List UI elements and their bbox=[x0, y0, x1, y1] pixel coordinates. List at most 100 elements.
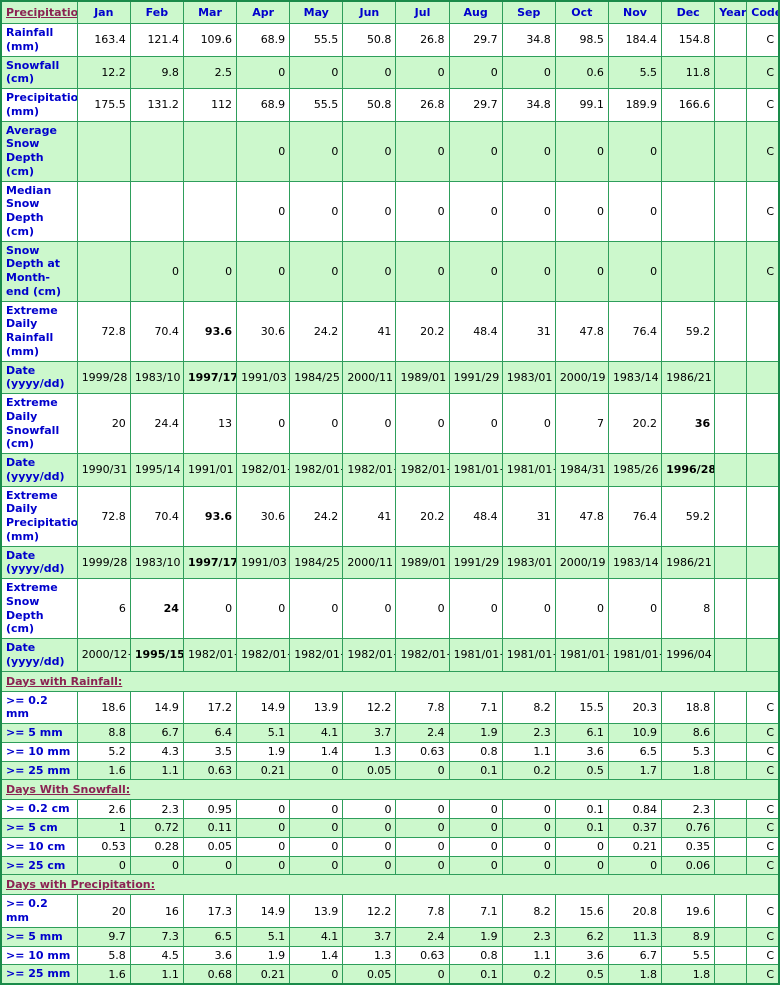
cell-year bbox=[714, 964, 748, 985]
cell-jun: 0 bbox=[342, 578, 397, 639]
cell-year bbox=[714, 799, 748, 819]
cell-feb: 70.4 bbox=[129, 485, 184, 547]
cell-oct: 0 bbox=[554, 578, 609, 639]
table-row: >= 0.2 cm 2.6 2.3 0.95 0 0 0 0 0 0 0.1 0.84 2.3 C bbox=[0, 799, 780, 819]
cell-jun: 41 bbox=[342, 485, 397, 547]
cell-mar: 109.6 bbox=[182, 23, 238, 57]
cell-feb: 2.3 bbox=[129, 799, 184, 819]
cell-oct: 0.6 bbox=[554, 55, 609, 89]
table-row: >= 5 mm 9.7 7.3 6.5 5.1 4.1 3.7 2.4 1.9 2.3 6.2 11.… bbox=[0, 926, 780, 947]
cell-year bbox=[714, 723, 748, 743]
table-row: >= 0.2 mm 18.6 14.9 17.2 14.9 13.9 12.2 7.8 7.1 8… bbox=[0, 690, 780, 724]
cell-code: C bbox=[746, 926, 780, 947]
table-row: Extreme Daily Rainfall (mm) 72.8 70.4 93.6 3… bbox=[0, 300, 780, 362]
cell-mar: 6.4 bbox=[182, 723, 238, 743]
cell-apr: 0 bbox=[236, 240, 291, 302]
cell-oct: 47.8 bbox=[554, 300, 609, 362]
table-row: Extreme Snow Depth (cm) 6 24 0 0 0 0 0 0 0 0 0 8 bbox=[0, 578, 780, 639]
cell-nov: 20.3 bbox=[607, 690, 663, 724]
cell-jan: 6 bbox=[76, 578, 131, 639]
cell-apr: 1982/01+ bbox=[236, 453, 291, 487]
cell-may: 0 bbox=[289, 120, 344, 182]
cell-nov: 1985/26 bbox=[607, 453, 663, 487]
cell-mar: 6.5 bbox=[182, 926, 238, 947]
row-label: >= 25 mm bbox=[0, 760, 78, 781]
cell-nov: 76.4 bbox=[607, 300, 663, 362]
cell-apr: 5.1 bbox=[236, 926, 291, 947]
column-header-jan: Jan bbox=[76, 0, 131, 24]
cell-jun: 0 bbox=[342, 799, 397, 819]
cell-oct: 1981/01+ bbox=[554, 638, 609, 672]
cell-apr: 68.9 bbox=[236, 23, 291, 57]
cell-sep: 34.8 bbox=[501, 23, 556, 57]
cell-jan: 20 bbox=[76, 894, 131, 928]
cell-year bbox=[714, 180, 748, 242]
cell-feb bbox=[129, 180, 184, 242]
cell-dec: 0.35 bbox=[661, 836, 716, 857]
cell-may: 1984/25 bbox=[289, 545, 344, 579]
cell-oct: 0.1 bbox=[554, 799, 609, 819]
cell-code bbox=[746, 360, 780, 394]
section-header-row: Days with Precipitation: bbox=[0, 874, 780, 896]
cell-sep: 0 bbox=[501, 393, 556, 454]
cell-aug: 0 bbox=[448, 799, 503, 819]
cell-may: 0 bbox=[289, 240, 344, 302]
cell-year bbox=[714, 55, 748, 89]
cell-nov: 0 bbox=[607, 180, 663, 242]
cell-aug: 0 bbox=[448, 55, 503, 89]
cell-jul: 1989/01 bbox=[395, 545, 450, 579]
section-heading: Days with Precipitation: bbox=[0, 874, 780, 896]
cell-year bbox=[714, 300, 748, 362]
cell-dec: 1986/21 bbox=[661, 545, 716, 579]
cell-oct: 99.1 bbox=[554, 88, 609, 122]
cell-oct: 6.2 bbox=[554, 926, 609, 947]
cell-sep: 0.2 bbox=[501, 964, 556, 985]
row-label: >= 10 mm bbox=[0, 741, 78, 762]
cell-nov: 20.8 bbox=[607, 894, 663, 928]
cell-oct: 47.8 bbox=[554, 485, 609, 547]
row-label: >= 25 cm bbox=[0, 855, 78, 876]
cell-dec: 166.6 bbox=[661, 88, 716, 122]
cell-feb: 1995/15 bbox=[129, 638, 184, 672]
cell-nov: 0 bbox=[607, 855, 663, 876]
cell-mar: 0 bbox=[182, 240, 238, 302]
cell-aug: 1991/29 bbox=[448, 545, 503, 579]
cell-may: 1984/25 bbox=[289, 360, 344, 394]
cell-jan: 72.8 bbox=[76, 485, 131, 547]
cell-apr: 30.6 bbox=[236, 300, 291, 362]
row-label: >= 5 cm bbox=[0, 818, 78, 838]
cell-jan: 9.7 bbox=[76, 926, 131, 947]
cell-may: 0 bbox=[289, 760, 344, 781]
cell-nov: 1983/14 bbox=[607, 360, 663, 394]
row-label: >= 0.2 mm bbox=[0, 690, 78, 724]
column-header-feb: Feb bbox=[129, 0, 184, 24]
row-label: Extreme Snow Depth (cm) bbox=[0, 578, 78, 639]
cell-jun: 50.8 bbox=[342, 23, 397, 57]
cell-feb: 6.7 bbox=[129, 723, 184, 743]
row-label: Snowfall (cm) bbox=[0, 55, 78, 89]
cell-sep: 0 bbox=[501, 799, 556, 819]
column-header-jul: Jul bbox=[395, 0, 450, 24]
cell-apr: 14.9 bbox=[236, 690, 291, 724]
cell-aug: 48.4 bbox=[448, 485, 503, 547]
cell-may: 1982/01+ bbox=[289, 453, 344, 487]
cell-jul: 0 bbox=[395, 836, 450, 857]
cell-oct: 3.6 bbox=[554, 945, 609, 966]
cell-code: C bbox=[746, 741, 780, 762]
table-row: >= 10 mm 5.8 4.5 3.6 1.9 1.4 1.3 0.63 0.8 1.1 3.6 6… bbox=[0, 945, 780, 966]
cell-mar: 0.68 bbox=[182, 964, 238, 985]
cell-year bbox=[714, 690, 748, 724]
cell-dec: 2.3 bbox=[661, 799, 716, 819]
cell-feb bbox=[129, 120, 184, 182]
cell-may: 0 bbox=[289, 799, 344, 819]
cell-mar bbox=[182, 180, 238, 242]
cell-mar: 17.2 bbox=[182, 690, 238, 724]
cell-nov: 0.84 bbox=[607, 799, 663, 819]
cell-jul: 0.63 bbox=[395, 945, 450, 966]
cell-jul: 1989/01 bbox=[395, 360, 450, 394]
cell-nov: 1.8 bbox=[607, 964, 663, 985]
table-row: >= 0.2 mm 20 16 17.3 14.9 13.9 12.2 7.8 7.1 8.2 15… bbox=[0, 894, 780, 928]
row-label: >= 10 mm bbox=[0, 945, 78, 966]
cell-jul: 2.4 bbox=[395, 926, 450, 947]
cell-apr: 0.21 bbox=[236, 964, 291, 985]
